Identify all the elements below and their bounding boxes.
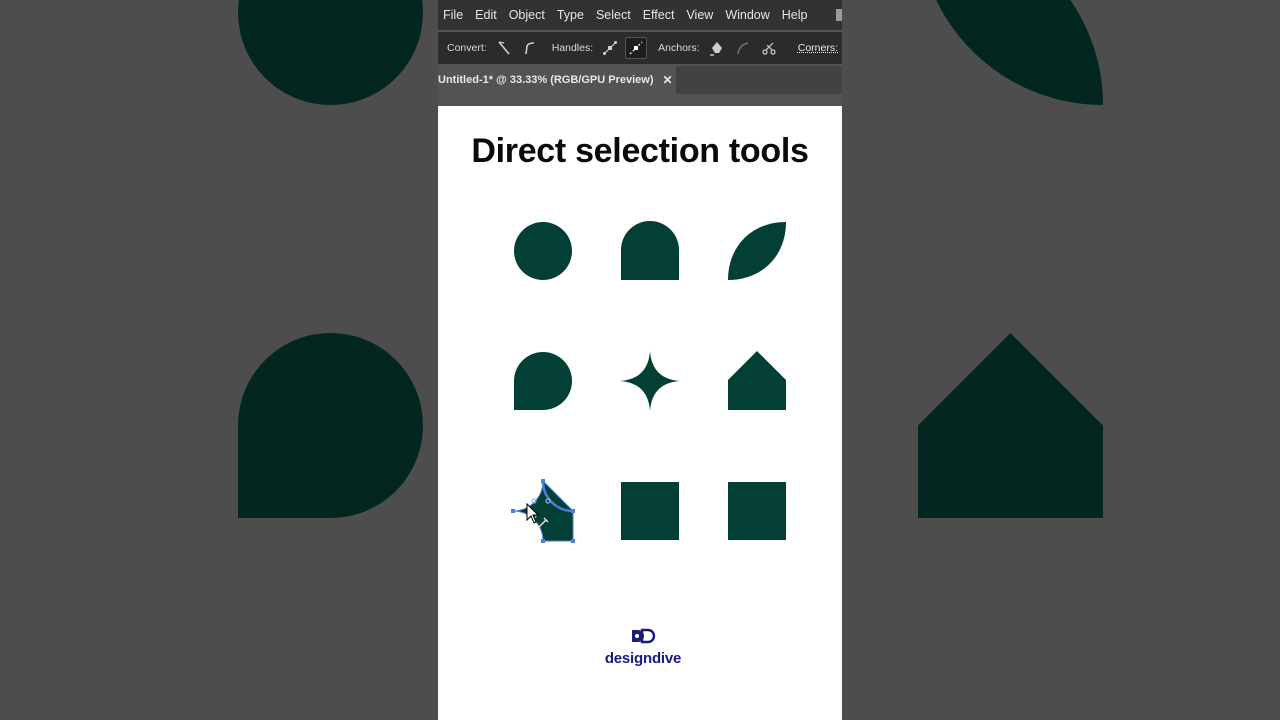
- menu-file[interactable]: File: [438, 0, 469, 30]
- house-shape[interactable]: [727, 351, 787, 411]
- artboard-title[interactable]: Direct selection tools: [438, 132, 842, 171]
- leaf-shape[interactable]: [727, 221, 787, 281]
- illustrator-window: File Edit Object Type Select Effect View…: [438, 0, 842, 720]
- background-leaf-shape: [918, 0, 1103, 105]
- show-handles-icon: [603, 41, 618, 55]
- pen-minus-icon: [709, 42, 722, 56]
- selected-edited-shape[interactable]: [510, 478, 576, 544]
- background-circle-shape: [238, 0, 423, 105]
- menu-object[interactable]: Object: [503, 0, 551, 30]
- document-tab[interactable]: Untitled-1* @ 33.33% (RGB/GPU Preview) ✕: [438, 66, 676, 94]
- menu-overflow-icon[interactable]: [836, 9, 842, 21]
- square-shape-2[interactable]: [727, 481, 787, 541]
- handles-label: Handles:: [551, 42, 594, 54]
- scissors-icon: [761, 42, 776, 55]
- square-shape[interactable]: [620, 481, 680, 541]
- star-shape[interactable]: [620, 351, 680, 411]
- menu-type[interactable]: Type: [551, 0, 590, 30]
- convert-smooth-icon: [524, 42, 534, 55]
- hide-handles-icon: [629, 41, 643, 55]
- convert-label: Convert:: [447, 42, 487, 54]
- document-tab-bar: Untitled-1* @ 33.33% (RGB/GPU Preview) ✕: [438, 66, 842, 94]
- convert-to-smooth-button[interactable]: [519, 37, 541, 59]
- menu-view[interactable]: View: [680, 0, 719, 30]
- anchors-label: Anchors:: [658, 42, 700, 54]
- show-handles-button[interactable]: [599, 37, 621, 59]
- arch-shape[interactable]: [620, 221, 680, 281]
- document-tab-title: Untitled-1* @ 33.33% (RGB/GPU Preview): [438, 74, 654, 86]
- menu-bar: File Edit Object Type Select Effect View…: [438, 0, 842, 30]
- control-bar: Convert: Handles: Anchors: Corners:: [438, 32, 842, 64]
- remove-anchor-button[interactable]: [706, 37, 728, 59]
- designdive-logo: designdive: [588, 628, 698, 667]
- menu-window[interactable]: Window: [719, 0, 775, 30]
- background-house-shape: [918, 333, 1103, 518]
- artboard[interactable]: Direct selection tools designdive: [438, 106, 842, 720]
- menu-select[interactable]: Select: [590, 0, 637, 30]
- background-drop-shape: [238, 333, 423, 518]
- menu-effect[interactable]: Effect: [637, 0, 681, 30]
- connect-path-icon: [736, 42, 748, 55]
- circle-shape[interactable]: [513, 221, 573, 281]
- menu-edit[interactable]: Edit: [469, 0, 503, 30]
- hide-handles-button[interactable]: [625, 37, 648, 59]
- cut-path-button[interactable]: [758, 37, 780, 59]
- logo-wordmark: designdive: [604, 650, 682, 667]
- menu-help[interactable]: Help: [776, 0, 814, 30]
- convert-to-corner-button[interactable]: [493, 37, 515, 59]
- drop-shape[interactable]: [513, 351, 573, 411]
- connect-anchors-button[interactable]: [732, 37, 754, 59]
- corners-label[interactable]: Corners:: [789, 42, 842, 54]
- close-icon[interactable]: ✕: [663, 73, 673, 87]
- designdive-logo-icon: [632, 628, 656, 644]
- convert-corner-icon: [498, 41, 510, 55]
